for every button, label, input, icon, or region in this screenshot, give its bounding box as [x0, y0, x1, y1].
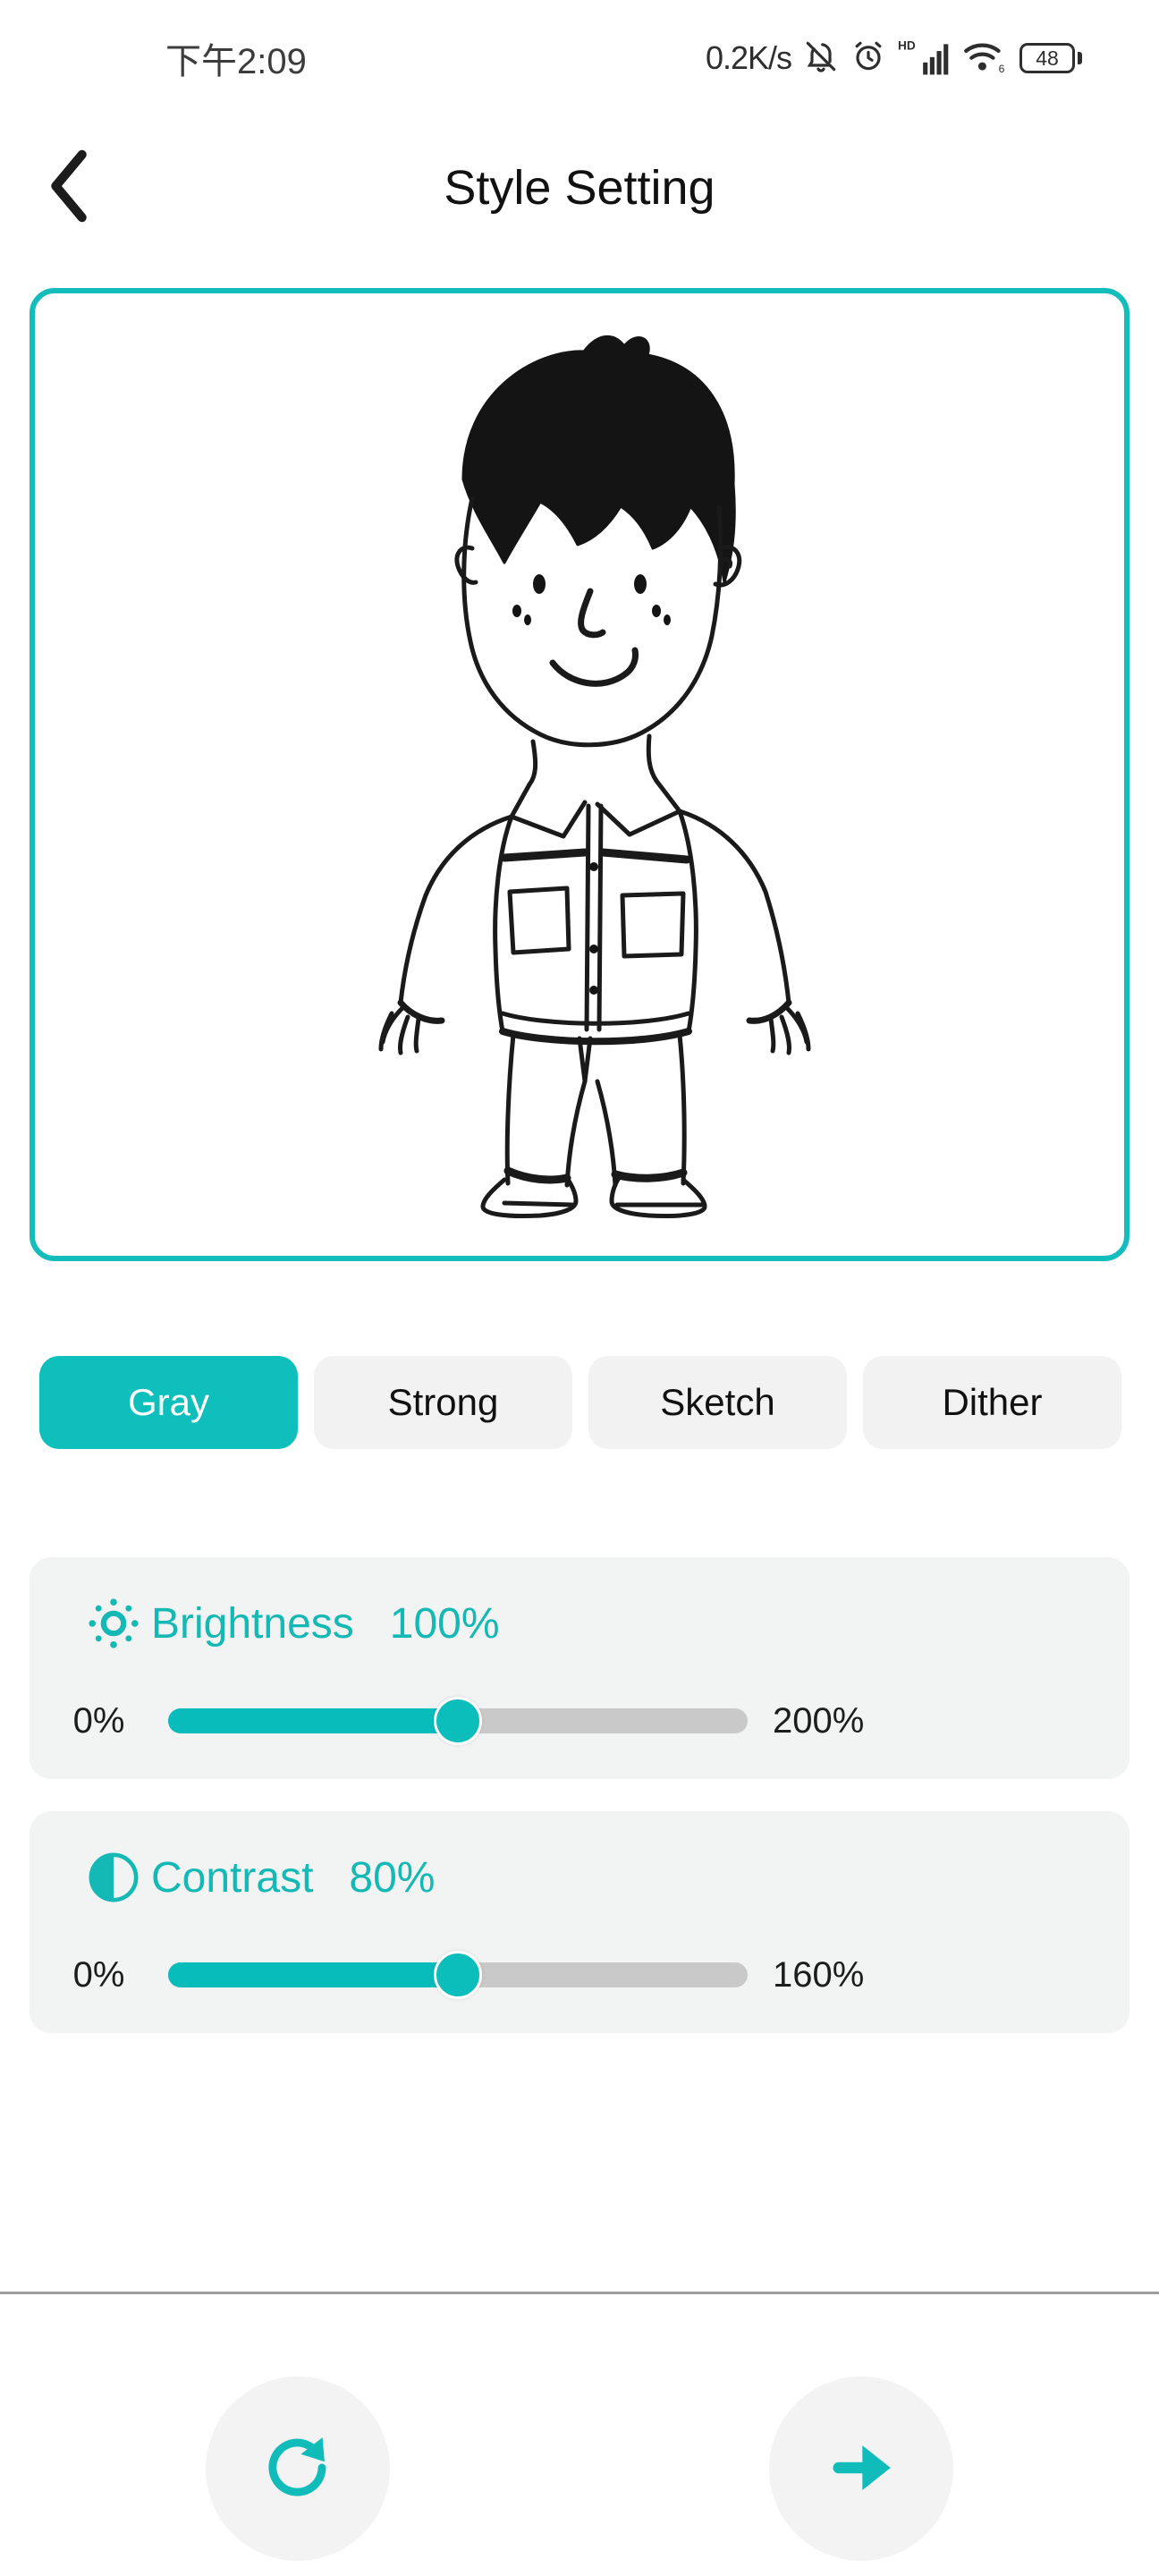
status-bar: 下午2:09 0.2K/s HD 6 48	[0, 0, 1159, 116]
style-button-strong[interactable]: Strong	[314, 1356, 572, 1449]
alarm-clock-icon	[850, 38, 886, 80]
contrast-thumb[interactable]	[434, 1951, 482, 1999]
status-time: 下午2:09	[165, 42, 307, 81]
bell-off-icon	[803, 38, 839, 80]
contrast-slider-row: 0% 160%	[30, 1936, 1129, 2013]
brightness-header: Brightness 100%	[85, 1595, 500, 1652]
brightness-value: 100%	[389, 1599, 500, 1648]
style-button-gray[interactable]: Gray	[39, 1356, 298, 1449]
brightness-max-label: 200%	[773, 1700, 865, 1741]
wifi-6-icon: 6	[961, 36, 1008, 81]
brightness-slider[interactable]	[168, 1694, 748, 1748]
contrast-value: 80%	[349, 1853, 436, 1902]
contrast-label: Contrast	[151, 1853, 314, 1902]
sun-icon	[85, 1595, 142, 1652]
arrow-right-icon	[824, 2430, 899, 2508]
network-speed: 0.2K/s	[705, 39, 792, 76]
battery-level: 48	[1036, 46, 1059, 70]
contrast-min-label: 0%	[72, 1954, 125, 1995]
style-button-sketch[interactable]: Sketch	[588, 1356, 847, 1449]
contrast-track-fill	[168, 1962, 458, 1987]
bottom-action-bar	[0, 2294, 1159, 2576]
contrast-icon	[85, 1849, 142, 1906]
hd-signal-icon: HD	[898, 36, 950, 81]
brightness-thumb[interactable]	[434, 1697, 482, 1745]
contrast-slider[interactable]	[168, 1948, 748, 2002]
brightness-card: Brightness 100% 0% 200%	[30, 1557, 1129, 1779]
style-setting-screen: 下午2:09 0.2K/s HD 6 48 Style Setting Gray…	[0, 0, 1159, 2576]
contrast-card: Contrast 80% 0% 160%	[30, 1811, 1129, 2033]
refresh-icon	[257, 2427, 339, 2512]
status-icons: 0.2K/s HD 6 48	[706, 36, 1082, 81]
preview-image	[378, 335, 811, 1218]
app-header: Style Setting	[0, 116, 1159, 259]
svg-text:6: 6	[999, 63, 1005, 75]
brightness-min-label: 0%	[72, 1700, 125, 1741]
style-option-row: Gray Strong Sketch Dither	[39, 1356, 1121, 1449]
contrast-header: Contrast 80%	[85, 1849, 435, 1906]
style-button-dither[interactable]: Dither	[863, 1356, 1121, 1449]
brightness-label: Brightness	[151, 1599, 354, 1648]
page-title: Style Setting	[444, 161, 715, 215]
image-preview-card[interactable]	[30, 288, 1129, 1261]
battery-icon: 48	[1019, 43, 1082, 73]
next-button[interactable]	[769, 2377, 953, 2561]
brightness-track-fill	[168, 1708, 458, 1733]
contrast-max-label: 160%	[773, 1954, 865, 1995]
reset-button[interactable]	[206, 2377, 390, 2561]
brightness-slider-row: 0% 200%	[30, 1682, 1129, 1759]
svg-text:HD: HD	[898, 38, 916, 52]
